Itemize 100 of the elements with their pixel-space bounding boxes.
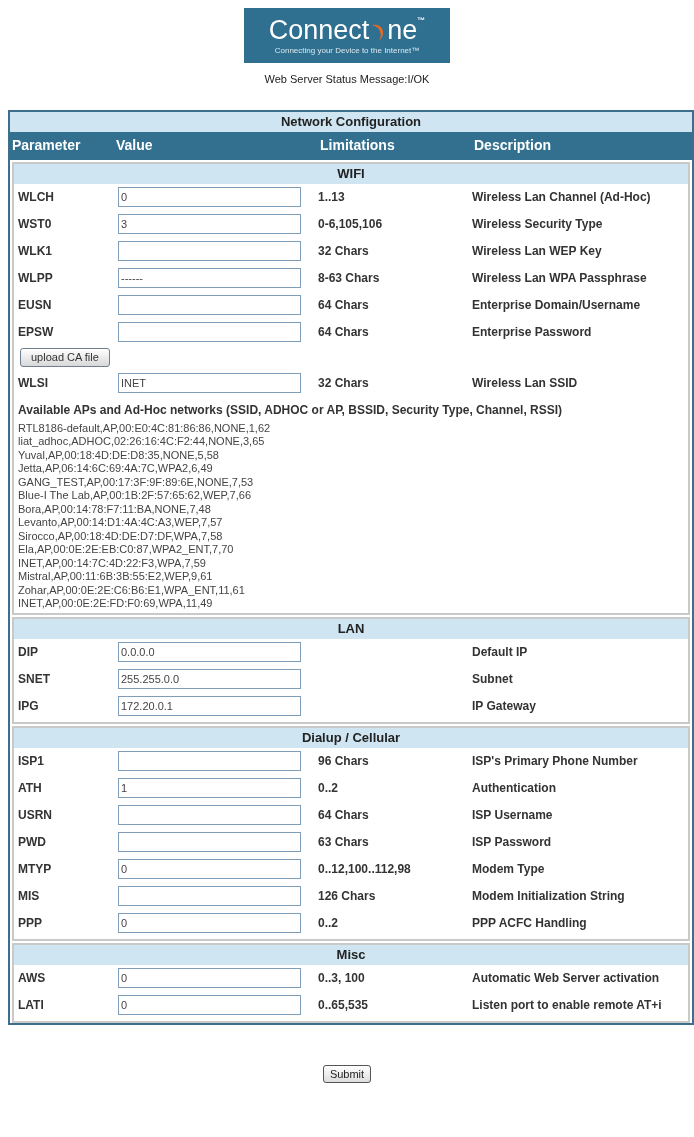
network-entry: INET,AP,00:0E:2E:FD:F0:69,WPA,11,49 (17, 597, 214, 611)
description-text: Subnet (472, 671, 514, 688)
network-entry: GANG_TEST,AP,00:17:3F:9F:89:6E,NONE,7,53 (17, 475, 255, 489)
section-title: WIFI (14, 163, 688, 184)
network-entry: Jetta,AP,06:14:6C:69:4A:7C,WPA2,6,49 (17, 462, 214, 476)
limitations-text: 0-6,105,106 (318, 217, 383, 231)
section-title: Dialup / Cellular (14, 727, 688, 748)
parameter-label: USRN (17, 807, 53, 824)
column-header: Value (116, 136, 154, 155)
input-field[interactable] (118, 322, 301, 342)
network-entry: Bora,AP,00:14:78:F7:11:BA,NONE,7,48 (17, 502, 212, 516)
input-field[interactable] (118, 805, 301, 825)
limitations-text: 8-63 Chars (318, 271, 380, 285)
input-field[interactable]: 172.20.0.1 (118, 696, 301, 716)
limitations-text: 64 Chars (318, 325, 369, 339)
parameter-label: EPSW (17, 324, 55, 341)
limitations-text: 64 Chars (318, 808, 369, 822)
parameter-label: SNET (17, 671, 51, 688)
network-entry: RTL8186-default,AP,00:E0:4C:81:86:86,NONE,1,62 (17, 421, 272, 435)
parameter-label: ISP1 (17, 753, 45, 770)
description-text: Wireless Security Type (472, 216, 604, 233)
limitations-text: 126 Chars (318, 889, 376, 903)
input-field[interactable]: INET (118, 373, 301, 393)
parameter-label: WLK1 (17, 243, 53, 260)
limitations-text: 32 Chars (318, 244, 369, 258)
input-field[interactable] (118, 751, 301, 771)
parameter-label: WLSI (17, 375, 49, 392)
description-text: Enterprise Domain/Username (472, 297, 642, 314)
description-text: Wireless Lan SSID (472, 375, 579, 392)
parameter-label: WST0 (17, 216, 53, 233)
logo-tagline: Connecting your Device to the Internet™ (274, 45, 420, 55)
parameter-label: MTYP (17, 861, 53, 878)
input-field[interactable]: 0 (118, 995, 301, 1015)
network-entry: Yuval,AP,00:18:4D:DE:D8:35,NONE,5,58 (17, 448, 220, 462)
parameter-label: ATH (17, 780, 43, 797)
parameter-label: WLCH (17, 189, 55, 206)
description-text: Authentication (472, 780, 557, 797)
input-field[interactable]: 1 (118, 778, 301, 798)
parameter-label: LATI (17, 997, 45, 1014)
description-text: Default IP (472, 644, 529, 661)
input-field[interactable]: 3 (118, 214, 301, 234)
limitations-text: 1..13 (318, 190, 345, 204)
description-text: Wireless Lan Channel (Ad-Hoc) (472, 189, 652, 206)
input-field[interactable]: ------ (118, 268, 301, 288)
network-entry: Sirocco,AP,00:18:4D:DE:D7:DF,WPA,7,58 (17, 529, 224, 543)
network-entry: Zohar,AP,00:0E:2E:C6:B6:E1,WPA_ENT,11,61 (17, 583, 246, 597)
limitations-text: 0..2 (318, 916, 338, 930)
section-title: Misc (14, 944, 688, 965)
logo-text: ne (387, 16, 418, 44)
description-text: Modem Initialization String (472, 888, 626, 905)
network-entry: Blue-I The Lab,AP,00:1B:2F:57:65:62,WEP,7,66 (17, 489, 252, 503)
section-title: LAN (14, 618, 688, 639)
parameter-label: IPG (17, 698, 40, 715)
network-entry: INET,AP,00:14:7C:4D:22:F3,WPA,7,59 (17, 556, 207, 570)
network-entry: Ela,AP,00:0E:2E:EB:C0:87,WPA2_ENT,7,70 (17, 543, 235, 557)
status-message: Web Server Status Message:I/OK (264, 72, 430, 87)
input-field[interactable]: 0.0.0.0 (118, 642, 301, 662)
parameter-label: MIS (17, 888, 41, 905)
parameter-label: EUSN (17, 297, 53, 314)
limitations-text: 0..2 (318, 781, 338, 795)
limitations-text: 63 Chars (318, 835, 369, 849)
description-text: IP Gateway (472, 698, 537, 715)
column-header: Limitations (320, 136, 396, 155)
description-text: Automatic Web Server activation (472, 970, 661, 987)
input-field[interactable]: 0 (118, 968, 301, 988)
limitations-text: 0..3, 100 (318, 971, 365, 985)
input-field[interactable]: 0 (118, 913, 301, 933)
description-text: Listen port to enable remote AT+i (472, 997, 663, 1014)
limitations-text: 0..65,535 (318, 998, 369, 1012)
column-header: Description (474, 136, 552, 155)
limitations-text: 96 Chars (318, 754, 369, 768)
description-text: PPP ACFC Handling (472, 915, 588, 932)
submit-button[interactable]: Submit (322, 1064, 372, 1083)
limitations-text: 32 Chars (318, 376, 369, 390)
network-entry: Levanto,AP,00:14:D1:4A:4C:A3,WEP,7,57 (17, 516, 224, 530)
description-text: Modem Type (472, 861, 546, 878)
description-text: ISP Username (472, 807, 554, 824)
description-text: Wireless Lan WEP Key (472, 243, 603, 260)
trademark: ™ (417, 16, 426, 25)
input-field[interactable]: 0 (118, 859, 301, 879)
limitations-text: 0..12,100..112,98 (318, 862, 411, 876)
input-field[interactable] (118, 295, 301, 315)
list-heading: Available APs and Ad-Hoc networks (SSID, ADHOC or AP, BSSID, Security Type, Channel, RSSI) (17, 401, 564, 419)
parameter-label: PWD (17, 834, 47, 851)
upload-button[interactable]: upload CA file (20, 348, 110, 367)
limitations-text: 64 Chars (318, 298, 369, 312)
input-field[interactable] (118, 241, 301, 261)
input-field[interactable] (118, 886, 301, 906)
logo-text: Connect (268, 16, 370, 44)
parameter-label: DIP (17, 644, 39, 661)
column-header: Parameter (11, 136, 82, 155)
parameter-label: AWS (17, 970, 47, 987)
input-field[interactable]: 0 (118, 187, 301, 207)
description-text: Enterprise Password (472, 324, 593, 341)
parameter-label: PPP (17, 915, 43, 932)
parameter-label: WLPP (17, 270, 54, 287)
input-field[interactable] (118, 832, 301, 852)
description-text: ISP's Primary Phone Number (472, 753, 639, 770)
description-text: ISP Password (472, 834, 553, 851)
input-field[interactable]: 255.255.0.0 (118, 669, 301, 689)
